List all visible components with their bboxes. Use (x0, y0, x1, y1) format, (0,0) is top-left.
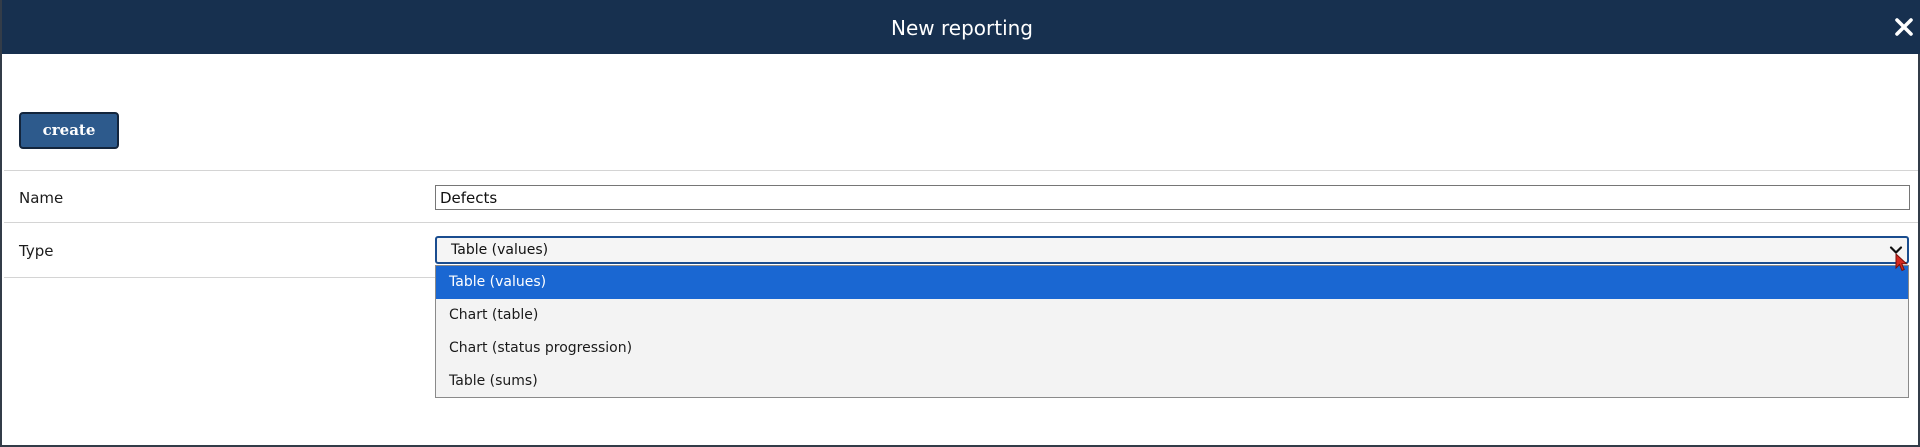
divider (4, 277, 435, 278)
new-reporting-dialog: New reporting create Name Type Table (va… (0, 0, 1920, 447)
type-option[interactable]: Table (values) (436, 266, 1908, 299)
create-button[interactable]: create (19, 112, 119, 149)
type-select[interactable]: Table (values) (435, 236, 1909, 264)
type-option[interactable]: Table (sums) (436, 365, 1908, 398)
type-select-value: Table (values) (451, 242, 549, 258)
close-icon[interactable] (1890, 13, 1918, 41)
mouse-cursor-icon (1895, 252, 1909, 273)
type-option[interactable]: Chart (status progression) (436, 332, 1908, 365)
dialog-titlebar: New reporting (2, 0, 1920, 54)
type-option[interactable]: Chart (table) (436, 299, 1908, 332)
name-input[interactable] (435, 185, 1910, 210)
divider (4, 222, 1918, 223)
name-label: Name (19, 189, 64, 207)
dialog-title: New reporting (891, 16, 1033, 40)
type-dropdown-list: Table (values) Chart (table) Chart (stat… (435, 265, 1909, 398)
type-label: Type (19, 242, 54, 260)
divider (4, 170, 1918, 171)
